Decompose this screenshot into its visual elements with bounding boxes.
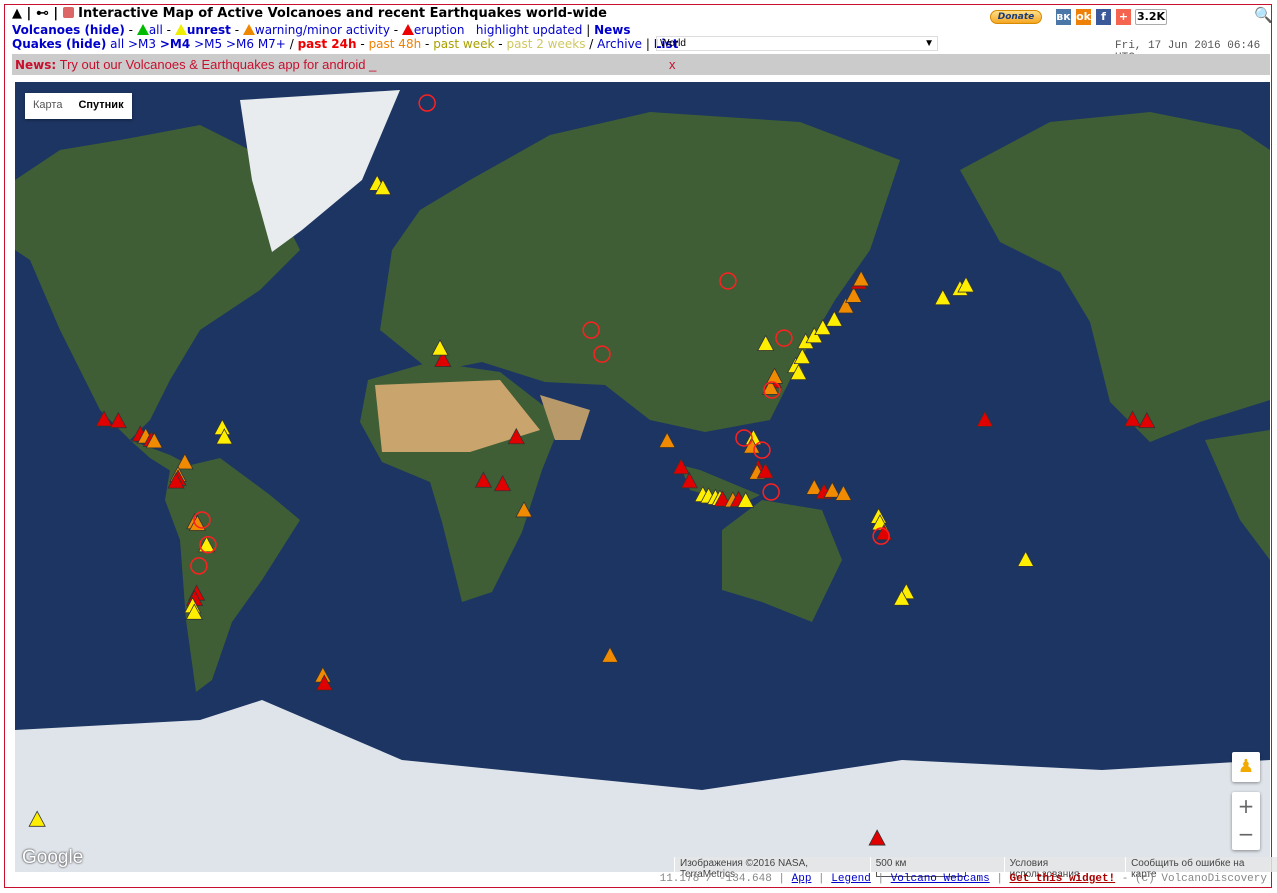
scale-bar[interactable]: 500 км xyxy=(869,857,1004,877)
street-view-pegman-icon[interactable]: ♟ xyxy=(1232,752,1260,782)
title-line: ▲ | ⊷ | Interactive Map of Active Volcan… xyxy=(12,6,607,21)
archive-link[interactable]: Archive xyxy=(597,37,642,51)
odnoklassniki-share-icon[interactable]: ok xyxy=(1076,9,1091,25)
cursor-coordinates: 11.178 / -134.648 xyxy=(659,873,772,885)
filter-all[interactable]: all xyxy=(149,23,163,37)
terms-link[interactable]: Условия использования xyxy=(1003,857,1125,880)
filter-warning[interactable]: warning/minor activity xyxy=(255,23,390,37)
volcano-marker-warning[interactable] xyxy=(658,431,676,448)
australia xyxy=(722,500,842,622)
quake-filter-line: Quakes (hide) all >M3 >M4 >M5 >M6 M7+ / … xyxy=(12,37,679,51)
volcano-logo-icon[interactable]: ▲ xyxy=(12,6,22,21)
yellow-triangle-icon xyxy=(174,24,187,35)
filter-eruption[interactable]: eruption xyxy=(414,23,465,37)
zoom-out-button[interactable]: − xyxy=(1232,820,1260,848)
filter-unrest[interactable]: unrest xyxy=(187,23,231,37)
volcano-marker-warning[interactable] xyxy=(852,270,870,287)
region-select[interactable]: World ▼ xyxy=(656,36,938,51)
news-label: News: xyxy=(15,58,57,72)
google-logo: Google xyxy=(22,847,84,868)
volcano-marker-eruption[interactable] xyxy=(672,458,690,475)
quake-past-24h[interactable]: past 24h xyxy=(298,37,357,51)
antarctica xyxy=(15,700,1270,872)
vk-share-icon[interactable]: вк xyxy=(1056,9,1071,25)
news-text[interactable]: Try out our Volcanoes & Earthquakes app … xyxy=(60,57,377,72)
north-america-east xyxy=(960,112,1270,442)
quake-m4[interactable]: >M4 xyxy=(160,37,190,51)
legend-link[interactable]: Legend xyxy=(831,873,871,885)
footer: 11.178 / -134.648 | App | Legend | Volca… xyxy=(659,873,1267,885)
map-type-satellite-button[interactable]: Спутник xyxy=(70,93,131,119)
facebook-share-icon[interactable]: f xyxy=(1096,9,1111,25)
quake-m7[interactable]: M7+ xyxy=(258,37,286,51)
scale-label: 500 км xyxy=(875,858,907,869)
quake-m3[interactable]: >M3 xyxy=(128,37,156,51)
page-title: Interactive Map of Active Volcanoes and … xyxy=(78,6,607,21)
highlight-updated-link[interactable]: highlight updated xyxy=(476,23,582,37)
map-attribution-bar: Изображения ©2016 NASA, TerraMetrics 500… xyxy=(674,857,1277,880)
donate-button[interactable]: Donate xyxy=(990,10,1042,24)
region-select-value: World xyxy=(660,38,686,49)
news-link[interactable]: News xyxy=(594,23,630,37)
south-america-east xyxy=(1205,430,1270,560)
quake-past-week[interactable]: past week xyxy=(433,37,494,51)
zoom-in-button[interactable]: + xyxy=(1232,792,1260,820)
news-bar: News: Try out our Volcanoes & Earthquake… xyxy=(12,54,1270,75)
get-widget-link[interactable]: Get this widget! xyxy=(1010,873,1116,885)
news-close-button[interactable]: x xyxy=(669,57,676,72)
volcano-marker-warning[interactable] xyxy=(845,286,863,303)
map-canvas[interactable] xyxy=(15,82,1270,872)
quake-m6[interactable]: >M6 xyxy=(226,37,254,51)
quake-past-2-weeks[interactable]: past 2 weeks xyxy=(506,37,585,51)
volcano-filter-line: Volcanoes (hide) - all - unrest - warnin… xyxy=(12,23,631,37)
quake-all[interactable]: all xyxy=(110,37,124,51)
copyright: - (c) VolcanoDiscovery xyxy=(1121,873,1267,885)
fullscreen-icon[interactable] xyxy=(62,7,74,18)
red-triangle-icon xyxy=(401,24,414,35)
earthquake-marker[interactable] xyxy=(762,483,780,501)
share-count: 3.2K xyxy=(1135,9,1167,25)
ruler-icon[interactable]: ⊷ xyxy=(36,6,49,21)
south-america xyxy=(165,458,300,692)
dropdown-arrow-icon: ▼ xyxy=(924,38,934,49)
map-type-map-button[interactable]: Карта xyxy=(25,93,70,119)
quake-m5[interactable]: >M5 xyxy=(194,37,222,51)
volcano-marker-unrest[interactable] xyxy=(934,288,952,306)
more-share-icon[interactable]: + xyxy=(1116,9,1131,25)
orange-triangle-icon xyxy=(242,24,255,35)
volcano-marker-eruption[interactable] xyxy=(976,410,994,427)
green-triangle-icon xyxy=(136,24,149,35)
volcanoes-hide-link[interactable]: Volcanoes (hide) xyxy=(12,23,125,37)
volcano-marker-unrest[interactable] xyxy=(1017,550,1035,567)
map-type-control: Карта Спутник xyxy=(25,93,132,119)
zoom-magnifier-icon[interactable]: 🔍 xyxy=(1254,6,1273,24)
zoom-control: + − xyxy=(1232,792,1260,850)
webcams-link[interactable]: Volcano Webcams xyxy=(891,873,990,885)
earthquake-marker[interactable] xyxy=(418,94,436,112)
quake-past-48h[interactable]: past 48h xyxy=(369,37,422,51)
volcano-marker-unrest[interactable] xyxy=(825,310,843,327)
report-error-link[interactable]: Сообщить об ошибке на карте xyxy=(1125,857,1277,880)
quakes-hide-link[interactable]: Quakes (hide) xyxy=(12,37,106,51)
imagery-attribution: Изображения ©2016 NASA, TerraMetrics xyxy=(674,857,870,880)
app-link[interactable]: App xyxy=(792,873,812,885)
volcano-marker-warning[interactable] xyxy=(601,646,619,663)
map-imagery xyxy=(15,90,1270,872)
